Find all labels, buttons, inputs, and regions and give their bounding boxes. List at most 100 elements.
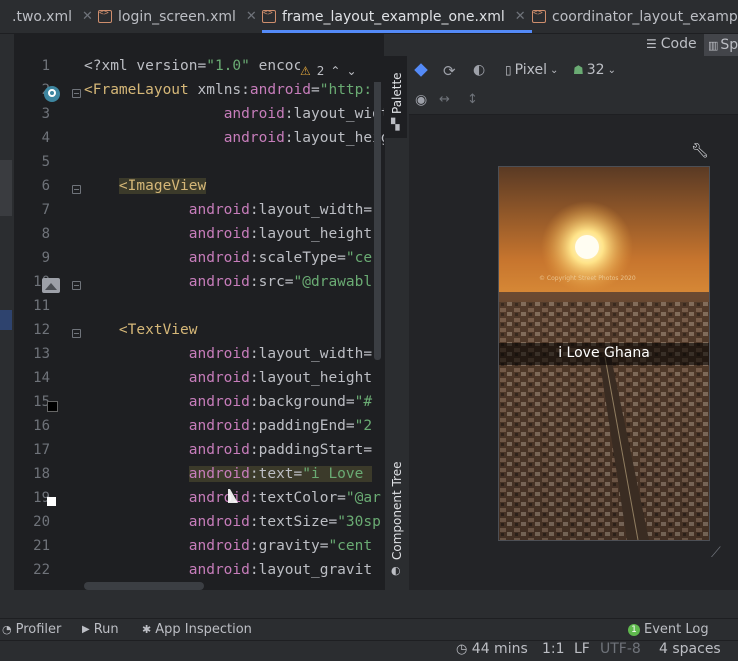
- code-token: android: [223, 130, 285, 146]
- tab-two-xml[interactable]: .two.xml ✕: [12, 0, 93, 33]
- xml-file-icon: [532, 8, 546, 23]
- event-log-button[interactable]: 1 Event Log: [628, 622, 709, 637]
- code-line[interactable]: android:src="@drawabl: [84, 274, 372, 290]
- indent-setting[interactable]: 4 spaces: [659, 641, 721, 657]
- code-line[interactable]: android:paddingEnd="2: [84, 418, 372, 434]
- code-token: "@drawabl: [293, 274, 373, 290]
- code-line[interactable]: <?xml version="1.0" encoc: [84, 58, 302, 74]
- line-number: 8: [41, 226, 50, 242]
- inspection-widget[interactable]: ⚠ 2 ⌃ ⌄: [300, 60, 382, 82]
- tab-label: coordinator_layout_exampl: [552, 8, 738, 25]
- orientation-icon[interactable]: ⟳: [443, 62, 456, 80]
- warning-icon: ⚠: [300, 64, 311, 78]
- split-view-button[interactable]: ▥ Sp: [704, 34, 738, 56]
- strip-marker: [0, 160, 12, 216]
- component-tree-tab[interactable]: Component Tree ◐: [385, 456, 407, 590]
- eye-icon[interactable]: ◉: [415, 92, 427, 108]
- code-line[interactable]: <TextView: [84, 322, 198, 338]
- line-number: 7: [41, 202, 50, 218]
- chevron-down-icon[interactable]: ⌄: [346, 64, 356, 78]
- code-line[interactable]: android:layout_width=: [84, 202, 372, 218]
- code-line[interactable]: android:layout_height: [84, 370, 372, 386]
- palette-tab[interactable]: Palette ▚: [385, 56, 407, 138]
- code-token: "30sp: [337, 514, 381, 530]
- wrench-icon[interactable]: 🔧︎: [691, 143, 709, 159]
- editor-vertical-scrollbar[interactable]: [374, 60, 381, 360]
- code-token: "i Love: [302, 466, 373, 482]
- code-line[interactable]: android:paddingStart=: [84, 442, 372, 458]
- code-line[interactable]: android:scaleType="ce: [84, 250, 372, 266]
- profiler-button[interactable]: ◔ Profiler: [2, 622, 61, 637]
- code-line[interactable]: android:layout_gravit: [84, 562, 372, 578]
- design-toolbar: ⟳ ◐ ▯ Pixel ⌄ ☗ 32 ⌄: [409, 56, 738, 90]
- color-swatch-black[interactable]: [47, 401, 58, 412]
- run-button[interactable]: ▶ Run: [82, 622, 119, 637]
- fold-icon[interactable]: [72, 329, 81, 338]
- code-token: <ImageView: [118, 178, 207, 194]
- close-icon[interactable]: ✕: [246, 9, 257, 24]
- code-token: android: [188, 370, 250, 386]
- code-token: android: [188, 346, 250, 362]
- code-token: android: [188, 466, 250, 482]
- line-number: 20: [33, 514, 50, 530]
- night-mode-icon[interactable]: ◐: [473, 62, 485, 78]
- line-number: 16: [33, 418, 50, 434]
- code-line[interactable]: android:layout_heigh: [84, 130, 384, 146]
- tab-label: login_screen.xml: [118, 8, 236, 25]
- code-line[interactable]: <FrameLayout xmlns:android="http:: [84, 82, 372, 98]
- app-inspection-icon: ✱: [142, 623, 152, 636]
- layers-icon[interactable]: [413, 62, 431, 80]
- color-swatch-white[interactable]: [47, 497, 56, 506]
- chevron-up-icon[interactable]: ⌃: [330, 64, 340, 78]
- code-line[interactable]: android:text="i Love: [84, 466, 373, 482]
- time-tracking[interactable]: ◷ 44 mins: [456, 641, 528, 657]
- code-line[interactable]: android:layout_width=: [84, 346, 372, 362]
- fold-icon[interactable]: [72, 185, 81, 194]
- close-icon[interactable]: ✕: [82, 9, 93, 24]
- layout-preview[interactable]: © Copyright Street Photos 2020 i Love Gh…: [498, 166, 710, 541]
- code-line[interactable]: android:background="#: [84, 394, 372, 410]
- android-layout-icon[interactable]: [44, 86, 60, 102]
- fold-icon[interactable]: [72, 89, 81, 98]
- code-token: <?xml version=: [84, 58, 207, 74]
- chevron-down-icon: ⌄: [550, 64, 559, 76]
- line-separator[interactable]: LF: [574, 641, 590, 657]
- code-line[interactable]: android:layout_width: [84, 106, 384, 122]
- code-token: android: [188, 490, 250, 506]
- resize-handle-icon[interactable]: ⟋: [711, 545, 721, 561]
- code-editor[interactable]: 12345678910111213141516171819202122 <?xm…: [14, 56, 384, 590]
- close-icon[interactable]: ✕: [515, 9, 526, 24]
- code-line[interactable]: <ImageView: [84, 178, 207, 194]
- code-token: :paddingStart=: [249, 442, 373, 458]
- code-token: android: [188, 538, 250, 554]
- tab-coordinator-layout-example[interactable]: coordinator_layout_exampl: [532, 0, 738, 33]
- code-token: android: [188, 418, 250, 434]
- app-inspection-button[interactable]: ✱ App Inspection: [142, 622, 252, 637]
- code-token: :textColor=: [249, 490, 346, 506]
- code-view-button[interactable]: ☰ Code: [646, 36, 697, 52]
- code-line[interactable]: android:layout_height: [84, 226, 372, 242]
- vertical-resize-icon[interactable]: ↕: [467, 92, 478, 107]
- code-token: :layout_height: [249, 226, 373, 242]
- tab-login-screen-xml[interactable]: login_screen.xml ✕: [98, 0, 257, 33]
- file-encoding[interactable]: UTF-8: [600, 641, 641, 657]
- editor-horizontal-scrollbar[interactable]: [84, 582, 204, 590]
- horizontal-resize-icon[interactable]: ↔: [439, 92, 450, 107]
- code-line[interactable]: android:textSize="30sp: [84, 514, 381, 530]
- fold-icon[interactable]: [72, 281, 81, 290]
- line-number: 4: [41, 130, 50, 146]
- device-selector[interactable]: ▯ Pixel ⌄: [505, 62, 558, 78]
- image-preview-icon[interactable]: [42, 278, 60, 293]
- api-level-selector[interactable]: ☗ 32 ⌄: [573, 62, 616, 78]
- code-line[interactable]: android:gravity="cent: [84, 538, 372, 554]
- caret-position[interactable]: 1:1: [542, 641, 565, 657]
- tab-frame-layout-example-one-xml[interactable]: frame_layout_example_one.xml ✕: [262, 0, 532, 33]
